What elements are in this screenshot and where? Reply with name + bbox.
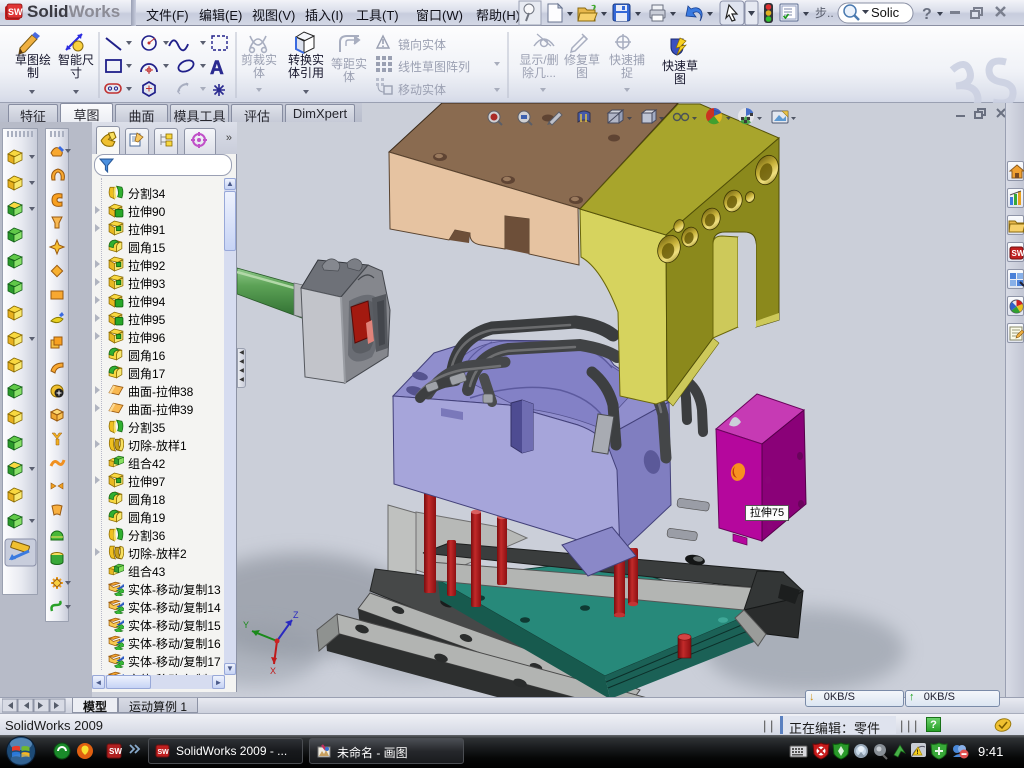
svg-text:A: A — [210, 58, 224, 79]
svg-text:SW: SW — [1012, 249, 1024, 258]
svg-text:SW: SW — [158, 749, 170, 756]
svg-text:Z: Z — [293, 610, 299, 620]
svg-text:SW: SW — [8, 7, 23, 17]
svg-text:?: ? — [922, 6, 932, 23]
svg-text:Y: Y — [243, 620, 249, 630]
svg-text:SW: SW — [109, 747, 122, 756]
svg-text:步..: 步.. — [815, 6, 834, 20]
svg-text:!: ! — [917, 750, 919, 756]
svg-text:X: X — [270, 666, 276, 676]
svg-text:Solic: Solic — [871, 5, 900, 20]
svg-text:9:41: 9:41 — [978, 744, 1003, 759]
